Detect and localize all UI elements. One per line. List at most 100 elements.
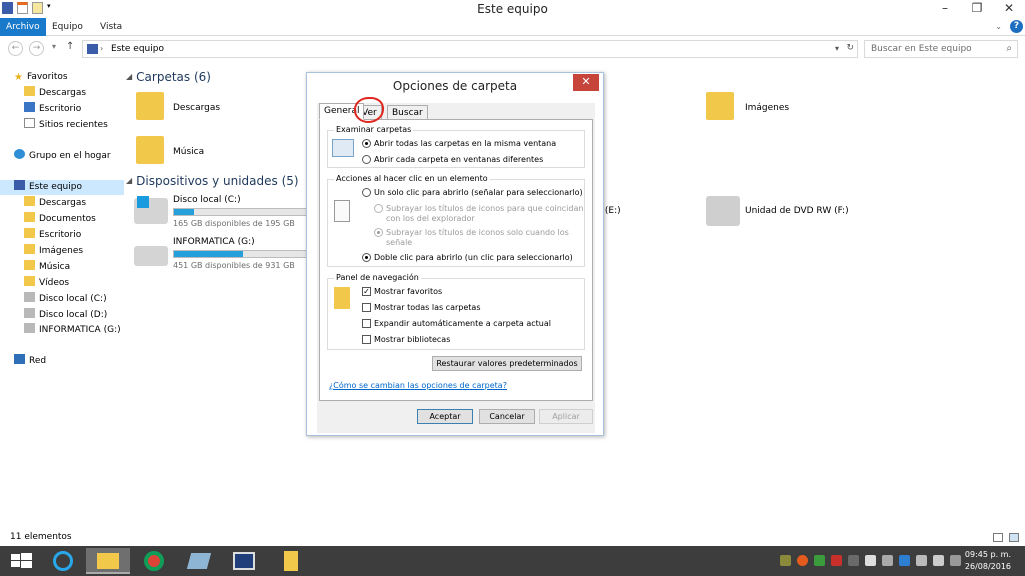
apply-button[interactable]: Aplicar bbox=[539, 409, 593, 424]
pictures-folder-icon bbox=[706, 92, 734, 120]
taskbar-clock[interactable]: 09:45 p. m. 26/08/2016 bbox=[965, 549, 1011, 573]
file-explorer-taskbar-button[interactable] bbox=[86, 548, 130, 574]
dialog-title: Opciones de carpeta bbox=[392, 79, 518, 93]
videos-folder-icon bbox=[24, 276, 35, 286]
dialog-close-button[interactable]: ✕ bbox=[573, 74, 599, 91]
address-bar[interactable]: › Este equipo ▾ ↻ bbox=[82, 40, 858, 58]
taskbar: 09:45 p. m. 26/08/2016 bbox=[0, 546, 1025, 576]
nav-grupo-hogar[interactable]: Grupo en el hogar bbox=[14, 149, 111, 164]
forward-button[interactable]: → bbox=[29, 41, 44, 56]
restore-button[interactable]: ❐ bbox=[961, 0, 993, 18]
desktop-icon bbox=[24, 102, 35, 112]
internet-explorer-icon bbox=[53, 551, 73, 571]
internet-explorer-taskbar-button[interactable] bbox=[42, 548, 86, 574]
chrome-taskbar-button[interactable] bbox=[132, 548, 176, 574]
tab-archivo[interactable]: Archivo bbox=[0, 18, 46, 36]
address-row: ← → ▾ ↑ › Este equipo ▾ ↻ Buscar en Este… bbox=[0, 38, 1025, 60]
app-taskbar-button[interactable] bbox=[177, 548, 221, 574]
refresh-icon[interactable]: ↻ bbox=[846, 43, 854, 53]
open-new-window-radio[interactable]: Abrir cada carpeta en ventanas diferente… bbox=[362, 155, 543, 164]
nav-este-equipo[interactable]: Este equipo bbox=[0, 180, 124, 195]
restore-defaults-button[interactable]: Restaurar valores predeterminados bbox=[432, 356, 582, 371]
tray-app-icon[interactable] bbox=[797, 555, 808, 566]
file-explorer-icon bbox=[97, 553, 119, 569]
control-panel-taskbar-button[interactable] bbox=[222, 548, 266, 574]
up-arrow-icon[interactable]: ↑ bbox=[66, 41, 74, 52]
tab-equipo[interactable]: Equipo bbox=[46, 18, 89, 36]
folder-tile-imagenes[interactable]: Imágenes bbox=[704, 90, 884, 128]
breadcrumb-chevron-icon[interactable]: › bbox=[100, 44, 103, 53]
network-icon bbox=[14, 354, 25, 364]
dvd-drive-icon bbox=[706, 196, 740, 226]
drive-icon bbox=[24, 323, 35, 333]
tray-keyboard-icon[interactable] bbox=[950, 555, 961, 566]
underline-always-radio[interactable]: Subrayar los títulos de iconos para que … bbox=[374, 204, 583, 224]
search-icon[interactable]: ⌕ bbox=[1006, 43, 1012, 54]
downloads-folder-icon bbox=[136, 92, 164, 120]
underline-hover-radio[interactable]: Subrayar los títulos de iconos solo cuan… bbox=[374, 228, 569, 248]
show-all-folders-checkbox[interactable]: Mostrar todas las carpetas bbox=[362, 303, 480, 312]
devices-section-header[interactable]: ◢ Dispositivos y unidades (5) bbox=[126, 174, 299, 188]
start-button[interactable] bbox=[0, 548, 44, 574]
nav-item-documentos[interactable]: Documentos bbox=[24, 212, 96, 227]
folder-options-help-link[interactable]: ¿Cómo se cambian las opciones de carpeta… bbox=[329, 381, 507, 390]
show-favorites-checkbox[interactable]: ✓ Mostrar favoritos bbox=[362, 287, 442, 296]
app-icon bbox=[186, 553, 212, 569]
tray-network-icon[interactable] bbox=[916, 555, 927, 566]
help-icon[interactable]: ? bbox=[1010, 20, 1023, 33]
nav-item-escritorio[interactable]: Escritorio bbox=[24, 102, 81, 117]
folder-taskbar-button[interactable] bbox=[270, 548, 314, 574]
nav-item-disco-d[interactable]: Disco local (D:) bbox=[24, 308, 107, 323]
single-click-radio[interactable]: Un solo clic para abrirlo (señalar para … bbox=[362, 188, 583, 197]
search-input[interactable]: Buscar en Este equipo ⌕ bbox=[864, 40, 1018, 58]
tab-vista[interactable]: Vista bbox=[94, 18, 128, 36]
nav-item-informatica[interactable]: INFORMATICA (G:) bbox=[24, 323, 121, 338]
general-tab-panel: Examinar carpetas Abrir todas las carpet… bbox=[319, 119, 593, 401]
show-libraries-checkbox[interactable]: Mostrar bibliotecas bbox=[362, 335, 450, 344]
nav-item-escritorio-pc[interactable]: Escritorio bbox=[24, 228, 81, 243]
expand-ribbon-icon[interactable]: ⌄ bbox=[995, 22, 1002, 31]
tray-app-icon[interactable] bbox=[848, 555, 859, 566]
folder-options-dialog: Opciones de carpeta ✕ General Ver Buscar… bbox=[306, 72, 604, 436]
address-dropdown-icon[interactable]: ▾ bbox=[835, 44, 839, 53]
folder-tile-musica[interactable]: Música bbox=[132, 134, 312, 172]
folders-section-header[interactable]: ◢ Carpetas (6) bbox=[126, 70, 211, 84]
dialog-body: General Ver Buscar Examinar carpetas Abr… bbox=[317, 103, 595, 433]
drive-tile-g[interactable]: INFORMATICA (G:) 451 GB disponibles de 9… bbox=[132, 234, 308, 274]
nav-item-videos[interactable]: Vídeos bbox=[24, 276, 69, 291]
tray-app-icon[interactable] bbox=[899, 555, 910, 566]
large-icons-view-icon[interactable] bbox=[1009, 533, 1019, 542]
tray-flag-icon[interactable] bbox=[865, 555, 876, 566]
recent-chevron-icon[interactable]: ▾ bbox=[52, 42, 56, 51]
drive-tile-dvd[interactable]: Unidad de DVD RW (F:) bbox=[704, 192, 904, 228]
nav-red[interactable]: Red bbox=[14, 354, 46, 369]
drive-tile-c[interactable]: Disco local (C:) 165 GB disponibles de 1… bbox=[132, 192, 308, 232]
tray-volume-icon[interactable] bbox=[933, 555, 944, 566]
minimize-button[interactable]: – bbox=[929, 0, 961, 18]
nav-item-disco-c[interactable]: Disco local (C:) bbox=[24, 292, 107, 307]
nav-item-sitios-recientes[interactable]: Sitios recientes bbox=[24, 118, 108, 133]
folder-tile-descargas[interactable]: Descargas bbox=[132, 90, 312, 128]
close-window-button[interactable]: ✕ bbox=[993, 0, 1025, 18]
details-view-icon[interactable] bbox=[993, 533, 1003, 542]
ok-button[interactable]: Aceptar bbox=[417, 409, 473, 424]
tray-app-icon[interactable] bbox=[882, 555, 893, 566]
tray-arrow-icon[interactable] bbox=[780, 555, 791, 566]
navigation-pane: ★ Favoritos Descargas Escritorio Sitios r… bbox=[0, 66, 124, 526]
downloads-folder-icon bbox=[24, 196, 35, 206]
back-button[interactable]: ← bbox=[8, 41, 23, 56]
nav-item-musica[interactable]: Música bbox=[24, 260, 70, 275]
system-tray bbox=[780, 555, 961, 566]
tray-app-icon[interactable] bbox=[814, 555, 825, 566]
nav-favoritos[interactable]: ★ Favoritos bbox=[14, 70, 68, 85]
tab-buscar[interactable]: Buscar bbox=[387, 105, 428, 120]
expand-to-current-folder-checkbox[interactable]: Expandir automáticamente a carpeta actua… bbox=[362, 319, 551, 328]
double-click-radio[interactable]: Doble clic para abrirlo (un clic para se… bbox=[362, 253, 573, 262]
nav-item-descargas[interactable]: Descargas bbox=[24, 86, 86, 101]
open-same-window-radio[interactable]: Abrir todas las carpetas en la misma ven… bbox=[362, 139, 556, 148]
downloads-folder-icon bbox=[24, 86, 35, 96]
tray-shield-icon[interactable] bbox=[831, 555, 842, 566]
cancel-button[interactable]: Cancelar bbox=[479, 409, 535, 424]
nav-item-imagenes[interactable]: Imágenes bbox=[24, 244, 83, 259]
nav-item-descargas-pc[interactable]: Descargas bbox=[24, 196, 86, 211]
